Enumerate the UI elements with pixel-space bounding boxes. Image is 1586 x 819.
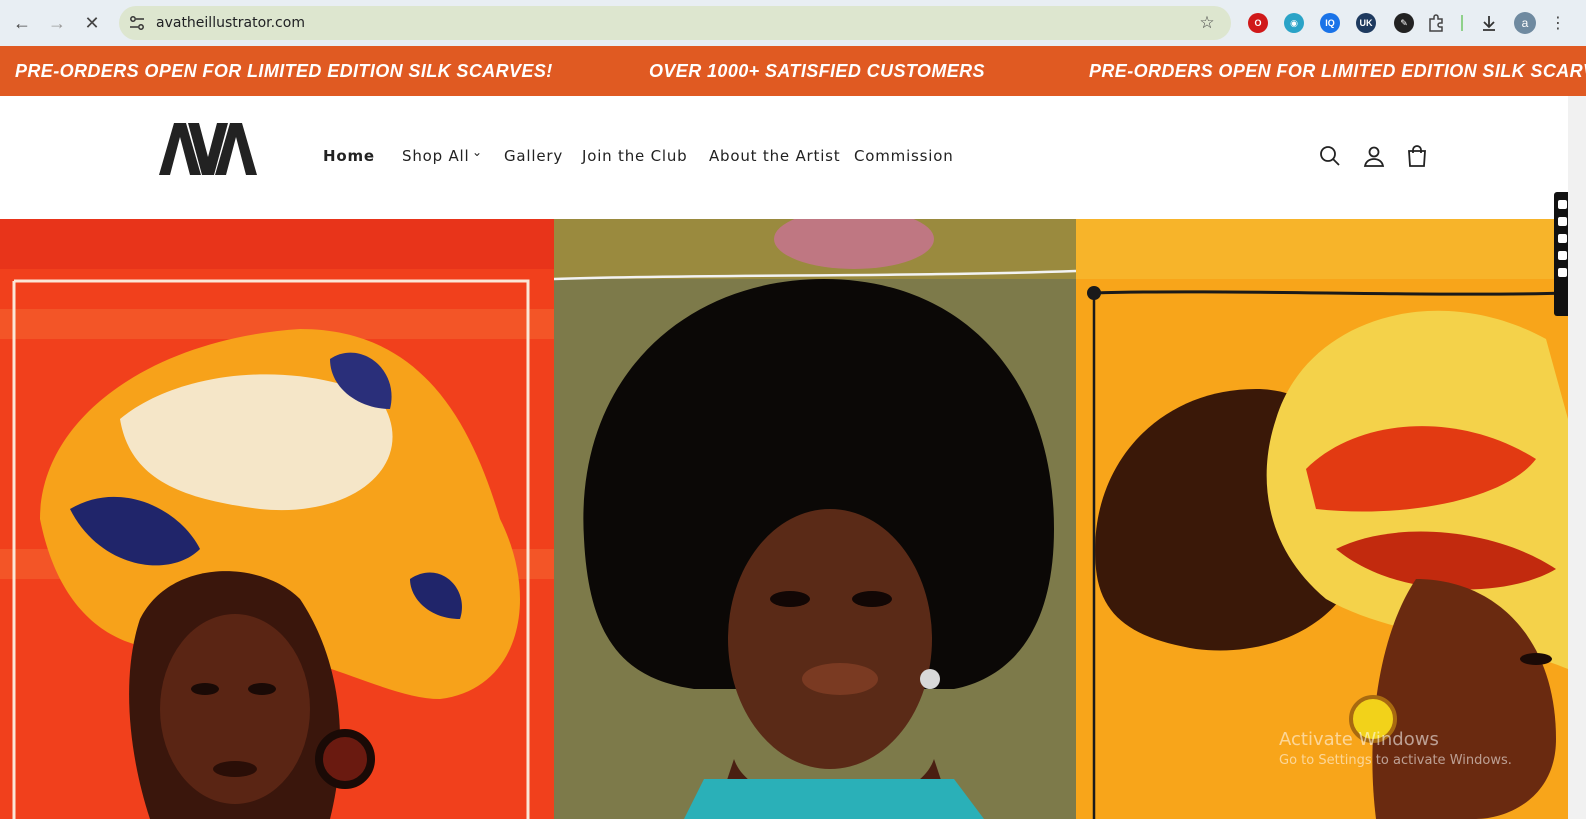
copy-icon[interactable] <box>1558 251 1567 260</box>
ava-logo[interactable] <box>159 123 257 175</box>
square-icon[interactable] <box>1558 234 1567 243</box>
address-bar[interactable]: avatheillustrator.com ☆ <box>119 6 1231 40</box>
gear-icon[interactable] <box>1558 268 1567 277</box>
iq-ext-icon[interactable]: IQ <box>1320 13 1340 33</box>
artwork-afro-portrait[interactable] <box>554 219 1076 819</box>
url-text: avatheillustrator.com <box>156 15 305 31</box>
windows-activation-subtitle: Go to Settings to activate Windows. <box>1279 753 1512 768</box>
toolbar-divider <box>1461 15 1463 31</box>
shield-ext-icon[interactable]: ◉ <box>1284 13 1304 33</box>
artwork-red-headwrap[interactable] <box>0 219 554 819</box>
stop-loading-icon[interactable]: ✕ <box>78 9 106 37</box>
eye-icon[interactable] <box>1558 217 1567 226</box>
kebab-menu-icon[interactable]: ⋮ <box>1546 11 1570 35</box>
chevron-down-icon[interactable]: ⌄ <box>472 145 482 159</box>
site-settings-icon[interactable] <box>127 13 147 33</box>
back-arrow-icon[interactable]: ← <box>8 9 36 37</box>
announcement-item[interactable]: OVER 1000+ SATISFIED CUSTOMERS <box>649 61 985 82</box>
announcement-bar: PRE-ORDERS OPEN FOR LIMITED EDITION SILK… <box>0 46 1586 96</box>
nav-home[interactable]: Home <box>323 147 375 165</box>
side-toolbar-widget[interactable] <box>1554 192 1568 316</box>
search-icon[interactable] <box>1318 144 1342 168</box>
cart-icon[interactable] <box>1405 144 1429 168</box>
windows-activation-title: Activate Windows <box>1279 729 1439 750</box>
site-header: Home Shop All ⌄ Gallery Join the Club Ab… <box>0 96 1586 219</box>
bookmark-star-icon[interactable]: ☆ <box>1197 13 1217 33</box>
extensions-puzzle-icon[interactable] <box>1424 11 1448 35</box>
browser-toolbar: ← → ✕ avatheillustrator.com ☆ O ◉ IQ UK … <box>0 0 1586 46</box>
nav-about-the-artist[interactable]: About the Artist <box>709 147 840 165</box>
announcement-item[interactable]: PRE-ORDERS OPEN FOR LIMITED EDITION SILK… <box>15 61 553 82</box>
forward-arrow-icon[interactable]: → <box>43 9 71 37</box>
download-icon[interactable] <box>1477 11 1501 35</box>
nav-shop-all[interactable]: Shop All <box>402 147 470 165</box>
paint-ext-icon[interactable]: ✎ <box>1394 13 1414 33</box>
page-scrollbar[interactable] <box>1568 96 1586 819</box>
nav-commission[interactable]: Commission <box>854 147 954 165</box>
link-icon[interactable] <box>1558 200 1567 209</box>
globe-uk-icon[interactable]: UK <box>1356 13 1376 33</box>
opera-red-icon[interactable]: O <box>1248 13 1268 33</box>
nav-join-the-club[interactable]: Join the Club <box>582 147 688 165</box>
profile-avatar[interactable]: a <box>1514 12 1536 34</box>
announcement-item[interactable]: PRE-ORDERS OPEN FOR LIMITED EDITION SILK… <box>1089 61 1586 82</box>
nav-gallery[interactable]: Gallery <box>504 147 563 165</box>
account-icon[interactable] <box>1362 144 1386 168</box>
